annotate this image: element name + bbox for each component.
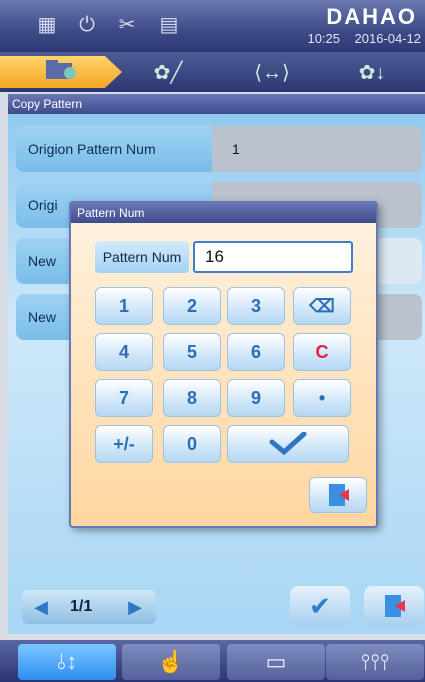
pattern-folder-icon [44, 57, 78, 87]
date-text: 2016-04-12 [354, 31, 422, 46]
needle-up-down-icon: ⫰↕ [56, 649, 78, 674]
form-label: Origi [28, 197, 58, 213]
footer-needle-button[interactable]: ⫰↕ [18, 644, 116, 680]
form-label: New [28, 309, 57, 325]
checkmark-icon [269, 432, 307, 456]
footer-manual-button[interactable]: ☝ [122, 644, 220, 680]
key-9[interactable]: 9 [227, 379, 285, 417]
key-1[interactable]: 1 [95, 287, 153, 325]
channel-1-icon: ▤ [159, 14, 179, 36]
disconnect-icon: ✂ [118, 14, 136, 36]
page-title: Copy Pattern [8, 94, 425, 114]
footer-needles-button[interactable]: ⫯⫯⫯ [326, 644, 424, 680]
checkmark-icon: ✔ [309, 590, 331, 621]
key-plus-minus[interactable]: +/- [95, 425, 153, 463]
form-value: 1 [212, 126, 422, 172]
key-4[interactable]: 4 [95, 333, 153, 371]
form-label: New [28, 253, 57, 269]
footer-frame-button[interactable]: ▭ [227, 644, 325, 680]
pattern-edit-icon: ✿╱ [153, 61, 183, 84]
frame-icon: ▭ [265, 649, 287, 674]
key-2[interactable]: 2 [163, 287, 221, 325]
pager: ◀ 1/1 ▶ [22, 590, 156, 624]
hand-pointer-icon: ☝ [157, 649, 185, 674]
backspace-icon: ⌫ [309, 295, 335, 316]
backspace-key[interactable]: ⌫ [293, 287, 351, 325]
exit-icon [385, 595, 405, 617]
exit-button[interactable] [364, 586, 424, 626]
tab-frame-move[interactable]: ⟨↔⟩ [222, 56, 322, 88]
pattern-num-dialog: Pattern Num Pattern Num 1 2 3 ⌫ 4 5 6 C … [69, 201, 378, 528]
dialog-title: Pattern Num [71, 203, 376, 223]
form-label: Origion Pattern Num [28, 141, 156, 157]
datetime: 10:25 2016-04-12 [307, 31, 421, 46]
key-3[interactable]: 3 [227, 287, 285, 325]
dialog-confirm-key[interactable] [227, 425, 349, 463]
status-bar: ▦ ⏻ ✂ ▤ DAHAO 10:25 2016-04-12 [0, 0, 425, 52]
form-row-origion-pattern-num[interactable]: Origion Pattern Num 1 [16, 126, 422, 172]
brand-logo: DAHAO [326, 4, 417, 29]
key-5[interactable]: 5 [163, 333, 221, 371]
confirm-button[interactable]: ✔ [290, 586, 350, 626]
tab-pattern-management[interactable] [0, 56, 122, 88]
footer-bar: ⫰↕ ☝ ▭ ⫯⫯⫯ [0, 640, 425, 682]
network-icon: ▦ [37, 14, 57, 36]
exit-icon [329, 484, 349, 506]
dialog-exit-button[interactable] [309, 477, 367, 513]
tab-embroidery[interactable]: ✿↓ [322, 56, 422, 88]
key-0[interactable]: 0 [163, 425, 221, 463]
key-dot[interactable]: • [293, 379, 351, 417]
pattern-num-label: Pattern Num [95, 241, 189, 273]
pattern-num-input[interactable] [193, 241, 353, 273]
embroidery-icon: ✿↓ [358, 61, 386, 84]
key-7[interactable]: 7 [95, 379, 153, 417]
page-count: 1/1 [70, 598, 93, 615]
key-6[interactable]: 6 [227, 333, 285, 371]
key-8[interactable]: 8 [163, 379, 221, 417]
next-page-icon[interactable]: ▶ [122, 594, 148, 620]
time-text: 10:25 [307, 31, 341, 46]
mode-bar: ✿╱ ⟨↔⟩ ✿↓ [0, 52, 425, 92]
prev-page-icon[interactable]: ◀ [28, 594, 54, 620]
tab-pattern-edit[interactable]: ✿╱ [118, 56, 218, 88]
clear-key[interactable]: C [293, 333, 351, 371]
needles-icon: ⫯⫯⫯ [360, 649, 390, 674]
frame-move-icon: ⟨↔⟩ [254, 61, 290, 84]
power-icon: ⏻ [79, 14, 95, 36]
